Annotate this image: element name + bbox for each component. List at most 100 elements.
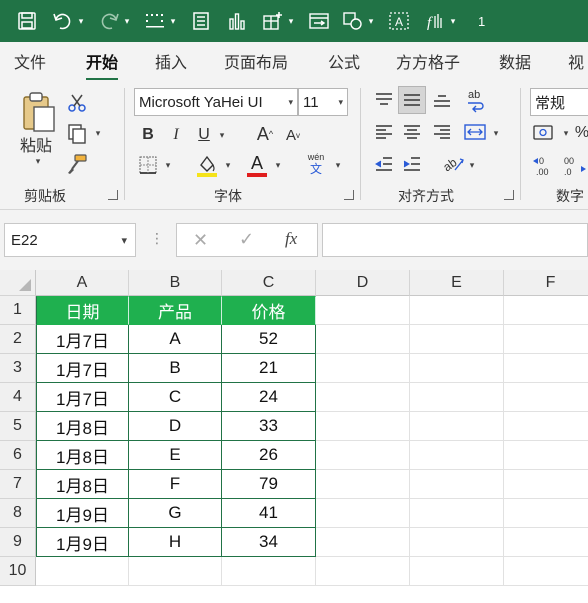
border-dotted-icon[interactable] — [142, 8, 168, 34]
font-name-dropdown-icon[interactable]: ▾ — [288, 97, 293, 108]
save-icon[interactable] — [14, 8, 40, 34]
function-dropdown-icon[interactable]: ▾ — [448, 16, 458, 27]
cell[interactable] — [504, 528, 588, 557]
tab-home[interactable]: 开始 — [86, 49, 119, 81]
row-header[interactable]: 3 — [0, 354, 36, 383]
name-box-dropdown-icon[interactable]: ▾ — [121, 234, 127, 247]
formula-input[interactable] — [322, 223, 588, 257]
table-cell[interactable]: 41 — [222, 499, 316, 528]
insert-function-icon[interactable]: fx — [285, 229, 297, 249]
column-header[interactable]: E — [410, 270, 504, 296]
paste-icon[interactable] — [16, 88, 60, 136]
row-header[interactable]: 8 — [0, 499, 36, 528]
redo-icon[interactable] — [96, 8, 122, 34]
table-cell[interactable]: 1月8日 — [36, 441, 129, 470]
table-cell[interactable]: G — [129, 499, 222, 528]
cell[interactable] — [222, 557, 316, 586]
row-header[interactable]: 4 — [0, 383, 36, 412]
table-header-cell[interactable]: 日期 — [36, 296, 129, 325]
text-box-icon[interactable]: A — [386, 8, 412, 34]
cell[interactable] — [410, 354, 504, 383]
cancel-icon[interactable]: ✕ — [193, 230, 208, 251]
tab-file[interactable]: 文件 — [14, 49, 46, 73]
borders-dropdown-icon[interactable]: ▾ — [162, 158, 174, 172]
tab-page-layout[interactable]: 页面布局 — [224, 49, 288, 73]
cell[interactable] — [410, 325, 504, 354]
table-cell[interactable]: 33 — [222, 412, 316, 441]
column-header[interactable]: D — [316, 270, 410, 296]
shrink-font-button[interactable]: Av — [282, 122, 304, 148]
table-cell[interactable]: C — [129, 383, 222, 412]
cell[interactable] — [504, 383, 588, 412]
row-header[interactable]: 6 — [0, 441, 36, 470]
cell[interactable] — [316, 528, 410, 557]
column-header[interactable]: C — [222, 270, 316, 296]
cell[interactable] — [410, 441, 504, 470]
table-cell[interactable]: A — [129, 325, 222, 354]
row-header[interactable]: 7 — [0, 470, 36, 499]
table-dropdown-icon[interactable]: ▾ — [286, 16, 296, 27]
cell[interactable] — [316, 296, 410, 325]
increase-indent-icon[interactable] — [400, 152, 424, 176]
table-cell[interactable]: E — [129, 441, 222, 470]
phonetic-dropdown-icon[interactable]: ▾ — [332, 158, 344, 172]
decrease-indent-icon[interactable] — [372, 152, 396, 176]
cell[interactable] — [504, 296, 588, 325]
align-center-icon[interactable] — [400, 120, 424, 144]
table-cell[interactable]: B — [129, 354, 222, 383]
table-cell[interactable]: 21 — [222, 354, 316, 383]
align-bottom-icon[interactable] — [430, 88, 454, 112]
cell[interactable] — [316, 557, 410, 586]
tab-formulas[interactable]: 公式 — [328, 49, 360, 73]
cut-icon[interactable] — [66, 92, 88, 114]
font-launcher-icon[interactable] — [344, 190, 354, 200]
table-header-cell[interactable]: 价格 — [222, 296, 316, 325]
cell[interactable] — [410, 528, 504, 557]
cell[interactable] — [410, 383, 504, 412]
align-middle-icon[interactable] — [398, 86, 426, 114]
cell[interactable] — [410, 499, 504, 528]
column-header[interactable]: B — [129, 270, 222, 296]
fill-color-dropdown-icon[interactable]: ▾ — [222, 158, 234, 172]
table-plus-icon[interactable] — [260, 8, 286, 34]
table-cell[interactable]: 1月8日 — [36, 412, 129, 441]
font-color-icon[interactable]: A — [244, 150, 270, 180]
table-cell[interactable]: 24 — [222, 383, 316, 412]
cell[interactable] — [316, 499, 410, 528]
chart-icon[interactable] — [224, 8, 250, 34]
cell[interactable] — [504, 557, 588, 586]
paste-label[interactable]: 粘贴 — [14, 134, 58, 155]
percent-button[interactable]: % — [574, 120, 588, 146]
row-header[interactable]: 2 — [0, 325, 36, 354]
select-all-corner[interactable] — [0, 270, 36, 296]
underline-button[interactable]: U — [192, 122, 216, 148]
cell[interactable] — [316, 354, 410, 383]
undo-icon[interactable] — [50, 8, 76, 34]
cell[interactable] — [316, 412, 410, 441]
table-cell[interactable]: 1月7日 — [36, 383, 129, 412]
table-cell[interactable]: 79 — [222, 470, 316, 499]
column-header[interactable]: F — [504, 270, 588, 296]
redo-dropdown-icon[interactable]: ▾ — [122, 16, 132, 27]
table-cell[interactable]: 26 — [222, 441, 316, 470]
shapes-dropdown-icon[interactable]: ▾ — [366, 16, 376, 27]
tab-view[interactable]: 视 — [568, 49, 584, 73]
copy-icon[interactable] — [64, 122, 90, 146]
cell[interactable] — [316, 470, 410, 499]
table-cell[interactable]: 1月8日 — [36, 470, 129, 499]
shapes-icon[interactable] — [340, 8, 366, 34]
phonetic-guide-button[interactable]: wén 文 — [304, 150, 328, 180]
merge-center-icon[interactable] — [462, 120, 488, 144]
cell[interactable] — [410, 412, 504, 441]
cell[interactable] — [316, 441, 410, 470]
row-header[interactable]: 10 — [0, 557, 36, 586]
table-header-cell[interactable]: 产品 — [129, 296, 222, 325]
accounting-dropdown-icon[interactable]: ▾ — [560, 126, 572, 140]
formula-bar-grip-icon[interactable]: ⋮ — [150, 230, 164, 250]
paste-dropdown-icon[interactable]: ▾ — [28, 154, 48, 168]
row-header[interactable]: 1 — [0, 296, 36, 325]
cell[interactable] — [504, 412, 588, 441]
format-painter-icon[interactable] — [64, 152, 90, 176]
table-cell[interactable]: H — [129, 528, 222, 557]
cell[interactable] — [36, 557, 129, 586]
